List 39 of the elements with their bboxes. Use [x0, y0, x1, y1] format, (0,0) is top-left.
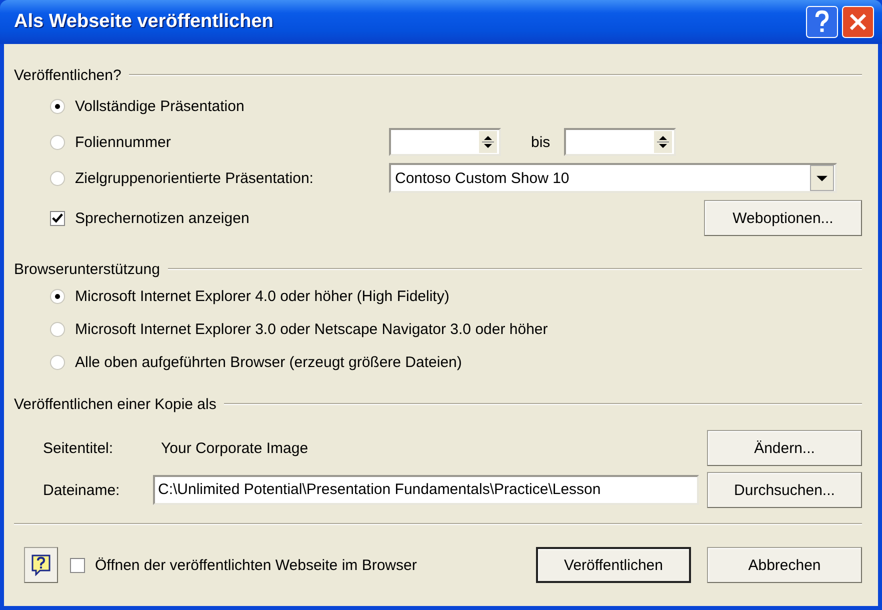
radio-button[interactable]: [50, 322, 65, 337]
dialog-button[interactable]: Veröffentlichen: [536, 547, 691, 583]
web-options-button[interactable]: Weboptionen...: [704, 200, 862, 236]
radio-button[interactable]: [50, 289, 65, 304]
help-bubble-icon: [31, 554, 51, 576]
field-label: Seitentitel:: [42, 440, 114, 456]
option-label: Foliennummer: [75, 134, 171, 150]
option-label: Microsoft Internet Explorer 4.0 oder höher (High Fidelity): [75, 288, 450, 305]
help-button[interactable]: [24, 547, 58, 583]
show-dropdown[interactable]: Contoso Custom Show 10: [389, 163, 837, 193]
radio-button[interactable]: [50, 355, 65, 370]
radio-button[interactable]: [50, 98, 65, 114]
option-label: Alle oben aufgeführten Browser (erzeugt größere Dateien): [75, 354, 462, 371]
checkbox-label: Öffnen der veröffentlichten Webseite im Browser: [95, 556, 417, 574]
checkbox[interactable]: [50, 210, 65, 226]
option-label: Zielgruppenorientierte Präsentation:: [75, 170, 314, 186]
checkbox[interactable]: [70, 558, 85, 572]
radio-button[interactable]: [50, 170, 65, 186]
dialog-button[interactable]: Abbrechen: [707, 547, 862, 583]
page-title-value: Your Corporate Image: [160, 440, 310, 456]
file-name-field[interactable]: C:\Unlimited Potential\Presentation Fundamentals\Practice\Lesson: [153, 475, 699, 505]
help-icon[interactable]: [806, 6, 838, 38]
range-separator: bis: [531, 134, 550, 150]
checkbox-label: Sprechernotizen anzeigen: [75, 210, 250, 226]
spin-arrows-icon[interactable]: [654, 131, 672, 153]
spin-arrows-icon[interactable]: [479, 131, 497, 153]
option-label: Vollständige Präsentation: [75, 98, 244, 114]
close-icon[interactable]: [842, 6, 874, 38]
option-label: Microsoft Internet Explorer 3.0 oder Netscape Navigator 3.0 oder höher: [75, 321, 548, 338]
group-title: Veröffentlichen einer Kopie als: [14, 396, 216, 412]
group-title: Veröffentlichen?: [14, 66, 122, 84]
spin-field[interactable]: [389, 128, 501, 156]
change-button[interactable]: Ändern...: [707, 430, 862, 466]
radio-button[interactable]: [50, 134, 65, 150]
window-title: Als Webseite veröffentlichen: [14, 11, 274, 33]
spin-field[interactable]: [564, 128, 676, 156]
field-label: Dateiname:: [42, 482, 121, 498]
group-title: Browserunterstützung: [14, 260, 160, 278]
browse-button[interactable]: Durchsuchen...: [707, 472, 862, 508]
